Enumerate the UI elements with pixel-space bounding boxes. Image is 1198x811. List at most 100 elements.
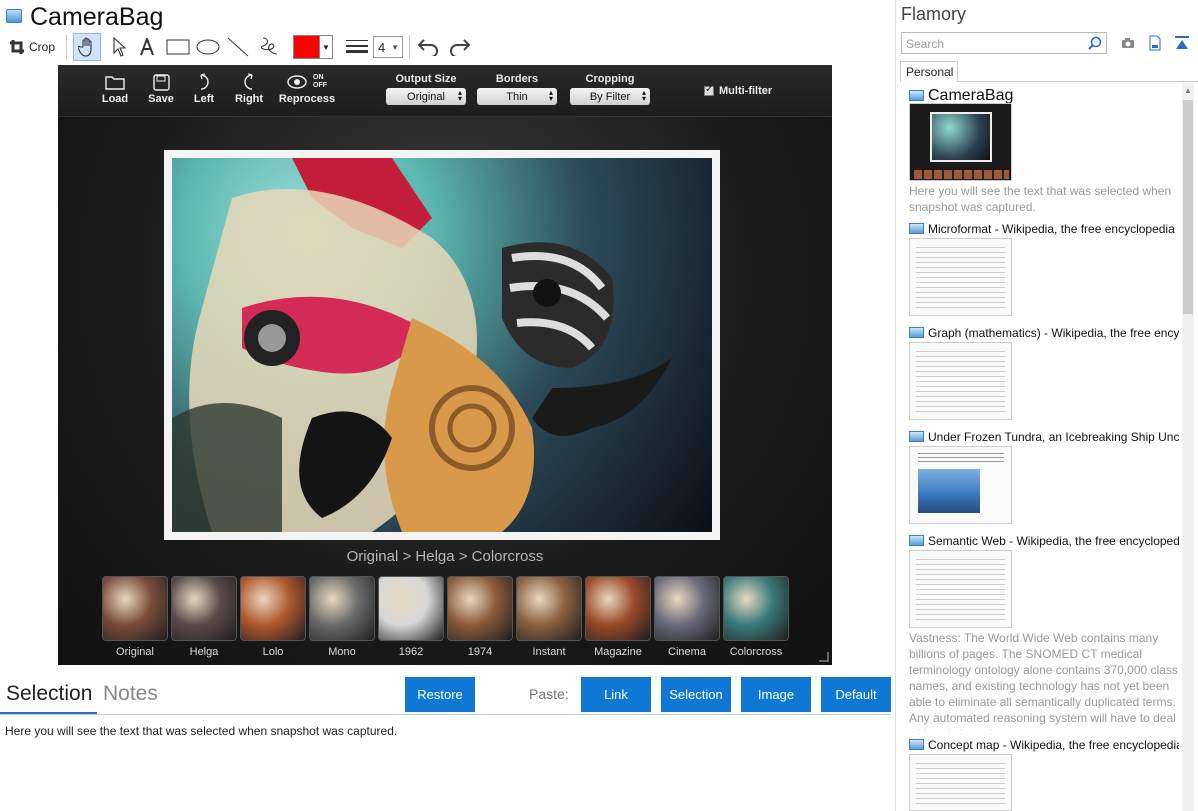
rotate-left-icon <box>182 71 226 93</box>
text-a-icon <box>139 38 155 56</box>
paste-selection-button[interactable]: Selection <box>661 677 731 712</box>
tab-personal[interactable]: Personal <box>900 61 958 82</box>
tab-divider <box>0 714 891 715</box>
hand-tool-button[interactable] <box>73 33 101 61</box>
app-title: CameraBag <box>30 3 164 31</box>
filter-label: Original <box>116 646 154 658</box>
paste-image-button[interactable]: Image <box>741 677 811 712</box>
app-icon <box>6 9 22 23</box>
item-title-text: Graph (mathematics) - Wikipedia, the fre… <box>928 326 1179 340</box>
item-description: Vastness: The World Wide Web contains ma… <box>909 631 1178 730</box>
freehand-icon <box>259 36 279 58</box>
scroll-up-icon[interactable]: ▲ <box>1184 86 1192 95</box>
page-favicon-icon <box>909 90 924 101</box>
thumbnail-photo <box>930 112 992 162</box>
selection-text[interactable]: Here you will see the text that was sele… <box>5 724 397 738</box>
snapshot-thumbnail[interactable] <box>909 238 1012 316</box>
filter-preview <box>102 576 168 641</box>
snapshot-thumbnail[interactable] <box>909 446 1012 524</box>
document-icon[interactable] <box>1146 34 1164 52</box>
list-item-title[interactable]: Concept map - Wikipedia, the free encycl… <box>909 738 1179 752</box>
ellipse-icon <box>196 39 220 55</box>
eye-icon: ON OFF <box>276 71 338 93</box>
cropping-value: By Filter <box>589 90 631 103</box>
left-label: Left <box>193 93 215 105</box>
page-favicon-icon <box>909 431 924 442</box>
crop-button[interactable]: Crop <box>6 33 58 61</box>
paste-default-button[interactable]: Default <box>821 677 891 712</box>
snapshot-image: Load Save Left Right ON OFF Reprocess Ou… <box>58 65 832 665</box>
paste-link-button[interactable]: Link <box>581 677 651 712</box>
output-size-value: Original <box>407 90 445 103</box>
collapse-panel-icon[interactable] <box>1173 34 1191 52</box>
line-tool-button[interactable] <box>225 33 251 61</box>
sidebar-title: Flamory <box>901 4 967 24</box>
item-title-text: Semantic Web - Wikipedia, the free encyc… <box>928 534 1179 548</box>
rotate-right-button: Right <box>227 71 271 105</box>
pointer-tool-button[interactable] <box>107 33 131 61</box>
list-item-title[interactable]: Graph (mathematics) - Wikipedia, the fre… <box>909 326 1179 340</box>
tab-notes[interactable]: Notes <box>103 682 158 706</box>
search-icon[interactable] <box>1088 36 1102 53</box>
thumbnail-text-lines <box>916 559 1005 621</box>
paste-label: Paste: <box>529 686 569 702</box>
output-size-control: Output Size Original ▴ ▾ <box>386 73 466 105</box>
right-label: Right <box>234 93 264 105</box>
thumbnail-text-lines <box>918 453 1004 463</box>
undo-button[interactable] <box>416 33 442 61</box>
filter-preview <box>447 576 513 641</box>
filter-thumb: 1974 <box>447 576 513 658</box>
borders-control: Borders Thin ▴ ▾ <box>477 73 557 105</box>
filter-preview <box>378 576 444 641</box>
multi-filter-label: Multi-filter <box>719 85 773 97</box>
toolbar-divider <box>66 35 67 59</box>
tab-selection[interactable]: Selection <box>0 682 98 714</box>
page-favicon-icon <box>909 739 924 750</box>
restore-button[interactable]: Restore <box>405 677 475 712</box>
color-picker[interactable]: ▼ <box>293 35 333 59</box>
cursor-arrow-icon <box>112 37 126 57</box>
toolbar-divider <box>409 35 410 59</box>
line-width-button[interactable] <box>343 33 371 61</box>
list-item-title[interactable]: Under Frozen Tundra, an Icebreaking Ship… <box>909 430 1179 444</box>
app-header: CameraBag <box>0 0 895 36</box>
thumbnail-filter-strip <box>914 170 1009 179</box>
save-disk-icon <box>139 71 183 93</box>
camera-icon[interactable] <box>1119 34 1137 52</box>
hand-icon <box>78 37 96 57</box>
thumbnail-text-lines <box>916 247 1005 309</box>
crop-icon <box>9 39 25 55</box>
item-title-text: Concept map - Wikipedia, the free encycl… <box>928 738 1179 752</box>
filter-preview <box>309 576 375 641</box>
sidebar-scrollbar[interactable]: ▲ <box>1182 84 1194 811</box>
multi-filter-checkbox: Multi-filter <box>704 84 773 97</box>
redo-button[interactable] <box>446 33 472 61</box>
filter-label: Helga <box>189 646 219 658</box>
scrollbar-thumb[interactable] <box>1183 100 1193 314</box>
filter-label: Colorcross <box>729 646 783 658</box>
output-size-select: Original ▴ ▾ <box>386 88 466 105</box>
stepper-arrows-icon: ▴ ▾ <box>457 88 462 103</box>
list-item-title[interactable]: Microformat - Wikipedia, the free encycl… <box>909 222 1179 236</box>
borders-select: Thin ▴ ▾ <box>477 88 557 105</box>
rectangle-tool-button[interactable] <box>164 33 192 61</box>
page-favicon-icon <box>909 327 924 338</box>
item-title-text: Microformat - Wikipedia, the free encycl… <box>928 222 1175 236</box>
line-size-select[interactable]: 4 ▼ <box>373 36 403 58</box>
snapshot-thumbnail[interactable] <box>909 342 1012 420</box>
snapshot-thumbnail[interactable] <box>909 550 1012 628</box>
borders-value: Thin <box>506 90 528 103</box>
rectangle-icon <box>166 39 190 55</box>
color-swatch <box>294 36 320 58</box>
list-item-title[interactable]: Semantic Web - Wikipedia, the free encyc… <box>909 534 1179 548</box>
text-tool-button[interactable] <box>136 33 158 61</box>
freehand-tool-button[interactable] <box>256 33 282 61</box>
snapshot-thumbnail[interactable] <box>909 103 1012 181</box>
snapshot-thumbnail[interactable] <box>909 754 1012 811</box>
search-input[interactable]: Search <box>901 32 1107 54</box>
annotation-toolbar: Crop ▼ 4 ▼ <box>0 33 895 63</box>
page-favicon-icon <box>909 223 924 234</box>
filter-thumb: 1962 <box>378 576 444 658</box>
ellipse-tool-button[interactable] <box>194 33 222 61</box>
crop-label: Crop <box>28 40 55 54</box>
